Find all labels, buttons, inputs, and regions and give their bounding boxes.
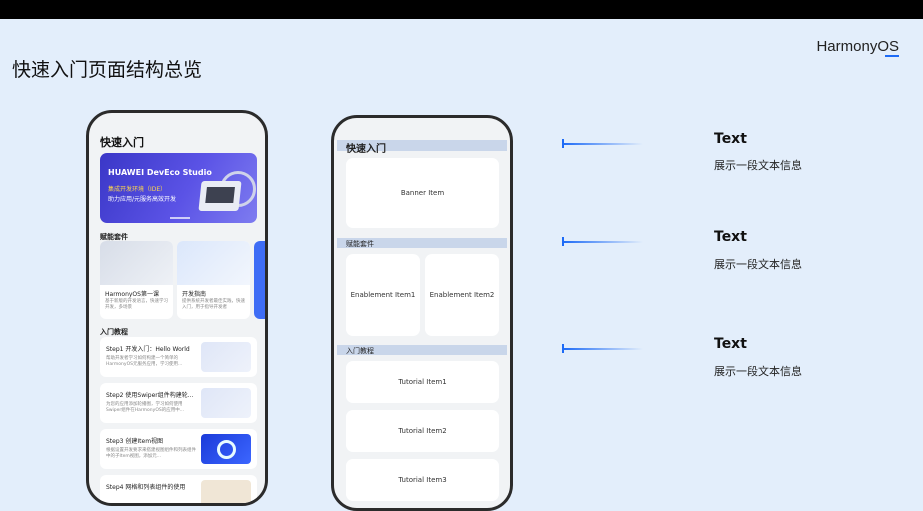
section-bar-tutorial: 入门教程 — [337, 345, 507, 355]
banner-laptop-graphic — [198, 181, 242, 211]
banner-title: HUAWEI DevEco Studio — [108, 168, 212, 177]
banner-description: 助力应用/元服务高效开发 — [108, 196, 177, 203]
enablement-card-image — [177, 241, 250, 285]
tutorial-item: Tutorial Item3 — [346, 459, 499, 501]
enablement-card-title: 开发指南 — [182, 291, 207, 298]
tutorial-desc: 为您的应用添加轮播图，学习如何使用Swiper组件在HarmonyOS的应用中.… — [106, 402, 185, 413]
enablement-card-desc: 基于新版的开发语言，快速学习开发，多场景 — [105, 299, 168, 310]
wireframe-section-tutorial: 入门教程 — [346, 347, 374, 355]
annotation-description: 展示一段文本信息 — [714, 159, 802, 172]
tutorial-card[interactable]: Step2 使用Swiper组件构建轮... 为您的应用添加轮播图，学习如何使用… — [100, 383, 257, 423]
tutorial-item: Tutorial Item1 — [346, 361, 499, 403]
tutorial-card[interactable]: Step3 创建Item视图 根据设置开发要求来搭建视图组件和列表组件中的子It… — [100, 429, 257, 469]
tutorial-title: Step1 开发入门：Hello World — [106, 346, 190, 353]
banner-indicator — [170, 217, 190, 219]
banner-card[interactable]: HUAWEI DevEco Studio 集成开发环境（IDE） 助力应用/元服… — [100, 153, 257, 223]
tutorial-title: Step3 创建Item视图 — [106, 438, 164, 445]
enablement-card-image — [100, 241, 173, 285]
top-black-bar — [0, 0, 923, 19]
page-title: 快速入门页面结构总览 — [12, 59, 203, 81]
tutorial-thumbnail — [201, 480, 251, 503]
tutorial-title: Step2 使用Swiper组件构建轮... — [106, 392, 194, 399]
enablement-card-title: HarmonyOS第一课 — [105, 291, 159, 298]
wireframe-header: 快速入门 — [346, 144, 386, 155]
enablement-card[interactable]: 开发指南 提供系统开发者最佳实践，快速入门，用于指导开发者 — [177, 241, 250, 319]
brand-accent — [885, 55, 899, 57]
tutorial-desc: 帮助开发者学习如何构建一个简单的HarmonyOS元服务应用，学习使用... — [106, 356, 183, 367]
annotation-title: Text — [714, 131, 747, 147]
enablement-item: Enablement Item2 — [425, 254, 499, 336]
tutorial-card[interactable]: Step1 开发入门：Hello World 帮助开发者学习如何构建一个简单的H… — [100, 337, 257, 377]
banner-item: Banner Item — [346, 158, 499, 228]
annotation-description: 展示一段文本信息 — [714, 365, 802, 378]
annotation-title: Text — [714, 229, 747, 245]
section-bar-enablement: 赋能套件 — [337, 238, 507, 248]
section-title-tutorial: 入门教程 — [100, 328, 128, 336]
annotation-description: 展示一段文本信息 — [714, 258, 802, 271]
wireframe-section-enablement: 赋能套件 — [346, 240, 374, 248]
annotation-line — [563, 143, 643, 145]
enablement-card-desc: 提供系统开发者最佳实践，快速入门，用于指导开发者 — [182, 299, 245, 310]
screen-header: 快速入门 — [100, 136, 144, 149]
tutorial-thumbnail — [201, 388, 251, 418]
phone-preview: 快速入门 HUAWEI DevEco Studio 集成开发环境（IDE） 助力… — [86, 110, 268, 506]
tutorial-thumbnail — [201, 342, 251, 372]
enablement-card-partial[interactable] — [254, 241, 265, 319]
phone-wireframe: 快速入门 Banner Item 赋能套件 Enablement Item1 E… — [331, 115, 513, 511]
annotation-line — [563, 241, 643, 243]
tutorial-desc: 根据设置开发要求来搭建视图组件和列表组件中的子Item视图，添加元... — [106, 448, 196, 459]
enablement-card[interactable]: HarmonyOS第一课 基于新版的开发语言，快速学习开发，多场景 — [100, 241, 173, 319]
harmonyos-logo: HarmonyOS — [816, 38, 899, 57]
enablement-item: Enablement Item1 — [346, 254, 420, 336]
tutorial-item: Tutorial Item2 — [346, 410, 499, 452]
tutorial-card[interactable]: Step4 网格和列表组件的使用 — [100, 475, 257, 503]
tutorial-title: Step4 网格和列表组件的使用 — [106, 484, 186, 491]
annotation-line — [563, 348, 643, 350]
header-bar: 快速入门 — [337, 140, 507, 155]
annotation-title: Text — [714, 336, 747, 352]
banner-subtitle: 集成开发环境（IDE） — [108, 186, 167, 193]
brand-text: HarmonyOS — [816, 38, 899, 55]
tutorial-thumbnail — [201, 434, 251, 464]
